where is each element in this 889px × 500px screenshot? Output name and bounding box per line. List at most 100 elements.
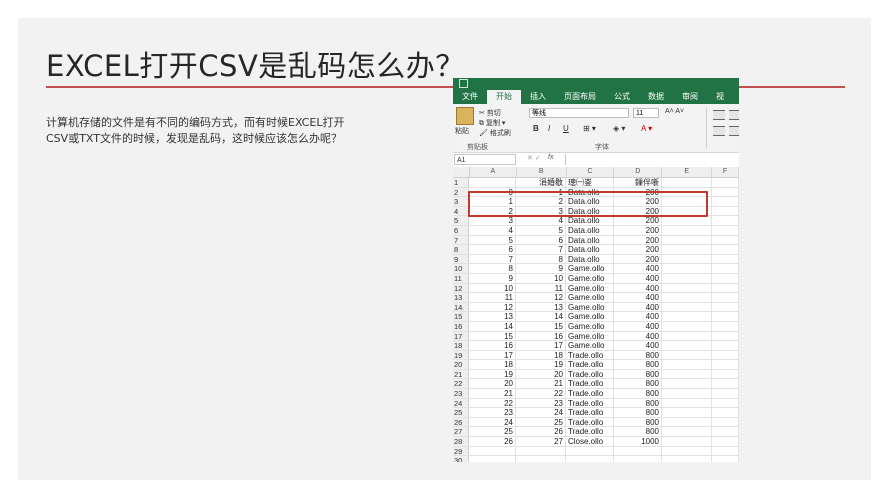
- cell-d[interactable]: 400: [614, 302, 662, 312]
- cell-a[interactable]: 22: [469, 398, 516, 408]
- column-header-f[interactable]: F: [712, 167, 739, 177]
- cell-a[interactable]: 17: [469, 350, 516, 360]
- italic-button[interactable]: I: [548, 124, 550, 133]
- cell-b[interactable]: 24: [516, 408, 566, 417]
- cell-e[interactable]: [662, 379, 712, 389]
- cell-d[interactable]: 鏁伴噺: [614, 178, 662, 187]
- cell-a[interactable]: 14: [469, 321, 516, 331]
- cell-d[interactable]: 1000: [614, 437, 662, 446]
- cell-e[interactable]: [662, 408, 712, 417]
- cell-b[interactable]: 14: [516, 312, 566, 321]
- cell-c[interactable]: Trade.ollo: [566, 398, 614, 408]
- tab-review[interactable]: 审阅: [673, 90, 707, 104]
- cell-c[interactable]: Trade.ollo: [566, 350, 614, 360]
- cell-c[interactable]: [566, 446, 614, 456]
- cell-a[interactable]: 10: [469, 283, 516, 293]
- cell-b[interactable]: 21: [516, 379, 566, 389]
- cell-b[interactable]: 11: [516, 283, 566, 293]
- row-header[interactable]: 28: [453, 437, 469, 446]
- row-header[interactable]: 14: [453, 302, 469, 312]
- cell-c[interactable]: Game.ollo: [566, 331, 614, 341]
- cell-e[interactable]: [662, 293, 712, 302]
- cell-d[interactable]: 800: [614, 360, 662, 369]
- cell-f[interactable]: [712, 225, 739, 235]
- font-name-select[interactable]: 等线: [529, 108, 629, 118]
- cell-c[interactable]: Game.ollo: [566, 293, 614, 302]
- cell-f[interactable]: [712, 235, 739, 245]
- cell-d[interactable]: 200: [614, 245, 662, 254]
- cell-d[interactable]: 800: [614, 379, 662, 389]
- cell-a[interactable]: 20: [469, 379, 516, 389]
- cell-f[interactable]: [712, 446, 739, 456]
- cell-e[interactable]: [662, 398, 712, 408]
- cell-a[interactable]: 19: [469, 369, 516, 379]
- tab-home[interactable]: 开始: [487, 90, 521, 104]
- cell-d[interactable]: 800: [614, 398, 662, 408]
- cell-c[interactable]: Data.ollo: [566, 216, 614, 225]
- cell-b[interactable]: [516, 456, 566, 462]
- cell-d[interactable]: 200: [614, 235, 662, 245]
- cell-e[interactable]: [662, 350, 712, 360]
- cell-a[interactable]: 15: [469, 331, 516, 341]
- row-header[interactable]: 6: [453, 225, 469, 235]
- cell-d[interactable]: 400: [614, 312, 662, 321]
- align-top-icon[interactable]: [713, 110, 725, 120]
- row-header[interactable]: 4: [453, 206, 469, 216]
- tab-view[interactable]: 视: [707, 90, 733, 104]
- cell-d[interactable]: 200: [614, 216, 662, 225]
- cell-a[interactable]: 9: [469, 273, 516, 283]
- cell-c[interactable]: Game.ollo: [566, 302, 614, 312]
- row-header[interactable]: 17: [453, 331, 469, 340]
- cell-a[interactable]: 25: [469, 427, 516, 437]
- cell-f[interactable]: [712, 360, 739, 369]
- cell-c[interactable]: Game.ollo: [566, 273, 614, 283]
- cell-b[interactable]: 10: [516, 273, 566, 283]
- cell-c[interactable]: Trade.ollo: [566, 379, 614, 389]
- row-header[interactable]: 12: [453, 283, 469, 292]
- cell-e[interactable]: [662, 245, 712, 254]
- cut-button[interactable]: ✂ 剪切: [479, 108, 501, 118]
- cell-b[interactable]: 7: [516, 245, 566, 254]
- cell-c[interactable]: Trade.ollo: [566, 360, 614, 369]
- cell-f[interactable]: [712, 293, 739, 302]
- column-header-b[interactable]: B: [517, 167, 567, 177]
- cell-e[interactable]: [662, 235, 712, 245]
- cell-d[interactable]: 400: [614, 321, 662, 331]
- cell-a[interactable]: 3: [469, 216, 516, 225]
- cell-d[interactable]: 800: [614, 417, 662, 427]
- cell-d[interactable]: 400: [614, 341, 662, 350]
- paste-label[interactable]: 粘贴: [455, 126, 469, 136]
- align-center-icon[interactable]: [729, 126, 739, 136]
- row-header[interactable]: 18: [453, 341, 469, 350]
- cell-b[interactable]: 4: [516, 216, 566, 225]
- fill-color-icon[interactable]: ◈ ▾: [613, 124, 625, 133]
- cell-f[interactable]: [712, 216, 739, 225]
- row-header[interactable]: 10: [453, 264, 469, 273]
- cell-c[interactable]: Trade.ollo: [566, 389, 614, 398]
- cell-e[interactable]: [662, 331, 712, 341]
- row-header[interactable]: 27: [453, 427, 469, 436]
- cell-e[interactable]: [662, 273, 712, 283]
- row-header[interactable]: 21: [453, 369, 469, 379]
- cell-e[interactable]: [662, 225, 712, 235]
- row-header[interactable]: 25: [453, 408, 469, 417]
- cell-a[interactable]: 21: [469, 389, 516, 398]
- row-header[interactable]: 30: [453, 456, 469, 462]
- cell-b[interactable]: 5: [516, 225, 566, 235]
- cell-a[interactable]: 18: [469, 360, 516, 369]
- tab-insert[interactable]: 插入: [521, 90, 555, 104]
- row-header[interactable]: 9: [453, 254, 469, 264]
- cell-c[interactable]: Data.ollo: [566, 225, 614, 235]
- cell-a[interactable]: 26: [469, 437, 516, 446]
- cell-b[interactable]: [516, 446, 566, 456]
- row-header[interactable]: 15: [453, 312, 469, 321]
- cell-a[interactable]: 4: [469, 225, 516, 235]
- cell-d[interactable]: 200: [614, 254, 662, 264]
- cell-b[interactable]: 16: [516, 331, 566, 341]
- cell-a[interactable]: 11: [469, 293, 516, 302]
- save-icon[interactable]: [459, 79, 468, 88]
- cell-c[interactable]: 璁㈠崟: [566, 178, 614, 187]
- cell-b[interactable]: 26: [516, 427, 566, 437]
- cell-f[interactable]: [712, 178, 739, 187]
- cell-f[interactable]: [712, 321, 739, 331]
